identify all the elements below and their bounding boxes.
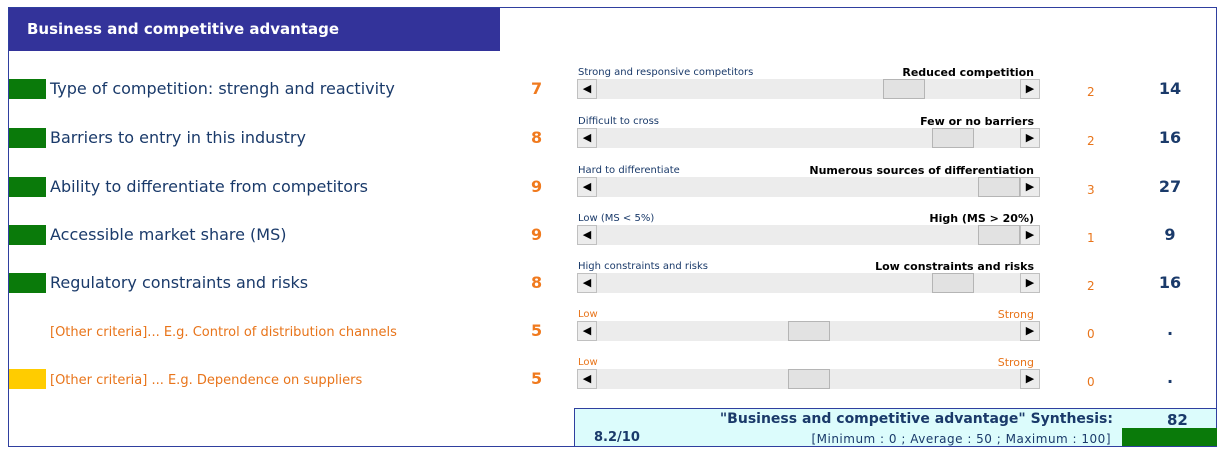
slider-right-caption: Reduced competition [902,66,1034,79]
criteria-label: Regulatory constraints and risks [50,273,309,292]
slider-thumb[interactable] [788,321,830,341]
criteria-weight: 2 [1087,85,1095,99]
score-slider[interactable]: ◀ ▶ [577,273,1040,293]
slider-right-caption: Strong [997,308,1034,321]
status-indicator [9,79,46,99]
criteria-score: 9 [531,177,543,196]
slider-left-caption: Low (MS < 5%) [578,213,655,224]
slider-right-caption: Strong [997,356,1034,369]
slider-thumb[interactable] [788,369,830,389]
synthesis-score: 82 [1167,411,1188,429]
slider-right-arrow-icon[interactable]: ▶ [1020,321,1040,341]
slider-left-arrow-icon[interactable]: ◀ [577,128,597,148]
slider-right-arrow-icon[interactable]: ▶ [1020,79,1040,99]
slider-right-caption: Low constraints and risks [875,260,1034,273]
criteria-row: [Other criteria]... E.g. Control of dist… [0,308,1227,360]
slider-right-caption: High (MS > 20%) [929,212,1034,225]
criteria-total: 9 [1164,225,1176,244]
slider-left-caption: Difficult to cross [578,116,660,127]
status-indicator [9,225,46,245]
criteria-total: 16 [1158,273,1182,292]
slider-right-arrow-icon[interactable]: ▶ [1020,273,1040,293]
score-slider[interactable]: ◀ ▶ [577,321,1040,341]
synthesis-rating: 8.2/10 [594,430,640,445]
status-indicator [9,273,46,293]
score-slider[interactable]: ◀ ▶ [577,225,1040,245]
criteria-score: 8 [531,128,543,147]
slider-left-arrow-icon[interactable]: ◀ [577,273,597,293]
criteria-score: 9 [531,225,543,244]
criteria-label: Type of competition: strengh and reactiv… [50,79,395,98]
criteria-weight: 2 [1087,134,1095,148]
slider-thumb[interactable] [932,128,974,148]
criteria-row: [Other criteria] ... E.g. Dependence on … [0,356,1227,408]
criteria-weight: 1 [1087,231,1095,245]
criteria-weight: 0 [1087,327,1095,341]
criteria-score: 7 [531,79,543,98]
slider-left-arrow-icon[interactable]: ◀ [577,79,597,99]
slider-right-arrow-icon[interactable]: ▶ [1020,177,1040,197]
criteria-total: . [1166,320,1174,339]
slider-thumb[interactable] [978,177,1020,197]
synthesis-title: "Business and competitive advantage" Syn… [719,411,1113,427]
criteria-score: 5 [531,369,543,388]
score-slider[interactable]: ◀ ▶ [577,79,1040,99]
slider-thumb[interactable] [883,79,925,99]
slider-left-caption: Low [578,357,598,368]
slider-right-arrow-icon[interactable]: ▶ [1020,369,1040,389]
slider-left-caption: Low [578,309,598,320]
criteria-label: Barriers to entry in this industry [50,128,306,147]
criteria-row: Ability to differentiate from competitor… [0,164,1227,216]
score-slider[interactable]: ◀ ▶ [577,369,1040,389]
criteria-row: Barriers to entry in this industry 8 Diffi… [0,115,1227,167]
slider-thumb[interactable] [978,225,1020,245]
criteria-weight: 3 [1087,183,1095,197]
criteria-label: Ability to differentiate from competitor… [50,177,369,196]
criteria-label[interactable]: [Other criteria]... E.g. Control of dist… [50,325,397,340]
slider-left-arrow-icon[interactable]: ◀ [577,321,597,341]
slider-thumb[interactable] [932,273,974,293]
criteria-label: Accessible market share (MS) [50,225,287,244]
criteria-row: Type of competition: strengh and reactiv… [0,66,1227,118]
criteria-total: 14 [1158,79,1182,98]
slider-left-arrow-icon[interactable]: ◀ [577,177,597,197]
slider-left-arrow-icon[interactable]: ◀ [577,225,597,245]
status-indicator [9,177,46,197]
criteria-total: 27 [1158,177,1182,196]
status-indicator [9,369,46,389]
synthesis-indicator [1122,428,1217,446]
slider-right-arrow-icon[interactable]: ▶ [1020,225,1040,245]
score-slider[interactable]: ◀ ▶ [577,177,1040,197]
criteria-score: 5 [531,321,543,340]
criteria-weight: 2 [1087,279,1095,293]
criteria-total: . [1166,368,1174,387]
slider-left-arrow-icon[interactable]: ◀ [577,369,597,389]
slider-left-caption: Strong and responsive competitors [578,67,754,78]
score-slider[interactable]: ◀ ▶ [577,128,1040,148]
criteria-weight: 0 [1087,375,1095,389]
status-indicator [9,321,46,341]
status-indicator [9,128,46,148]
slider-left-caption: High constraints and risks [578,261,709,272]
synthesis-panel: "Business and competitive advantage" Syn… [574,408,1217,447]
criteria-label[interactable]: [Other criteria] ... E.g. Dependence on … [50,373,362,388]
criteria-row: Regulatory constraints and risks 8 High co… [0,260,1227,312]
slider-left-caption: Hard to differentiate [578,165,680,176]
section-header: Business and competitive advantage [9,8,500,51]
criteria-total: 16 [1158,128,1182,147]
criteria-row: Accessible market share (MS) 9 Low (MS < 5… [0,212,1227,264]
synthesis-range: [Minimum : 0 ; Average : 50 ; Maximum : … [811,432,1111,446]
criteria-score: 8 [531,273,543,292]
slider-right-caption: Numerous sources of differentiation [809,164,1034,177]
slider-right-caption: Few or no barriers [920,115,1034,128]
slider-right-arrow-icon[interactable]: ▶ [1020,128,1040,148]
